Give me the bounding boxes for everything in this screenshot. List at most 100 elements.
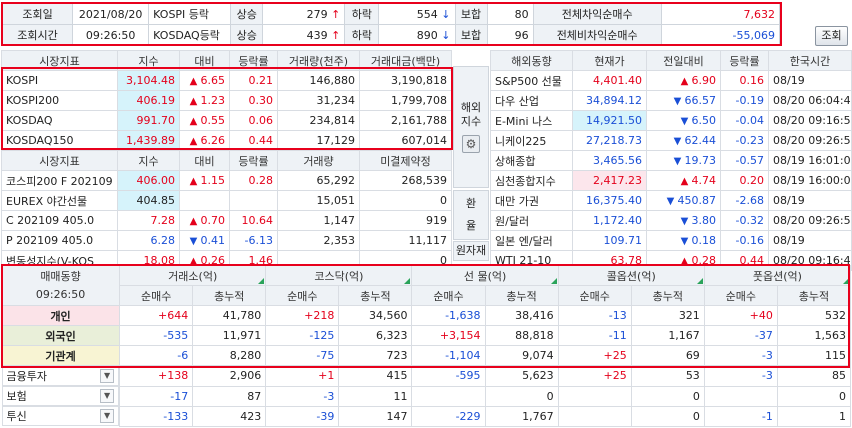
investor-name[interactable]: 외국인: [0, 325, 121, 346]
market-group-header[interactable]: 콜옵션(억): [557, 265, 705, 286]
derivative-row[interactable]: EUREX 야간선물 404.85 15,051 0: [1, 190, 452, 211]
investor-name[interactable]: 투신 ▼: [1, 406, 120, 426]
corner-marker-icon: [258, 278, 265, 284]
world-market-row[interactable]: S&P500 선물 4,401.40 ▲ 6.90 0.16 08/19: [490, 70, 852, 91]
cumulative-value: 0: [630, 385, 705, 407]
investor-name[interactable]: 보험 ▼: [1, 386, 120, 406]
fall-count: 554 ↓: [378, 3, 456, 25]
world-time: 08/20 06:04:46: [768, 90, 852, 111]
world-col-header[interactable]: 한국시간: [768, 50, 852, 71]
investor-name[interactable]: 기관계: [0, 345, 121, 366]
idx-col-header[interactable]: 거래대금(백만): [359, 50, 452, 71]
deriv-col-header[interactable]: 등락률: [229, 150, 278, 171]
net-buy-value: [557, 385, 632, 407]
index-name-text: KOSPI: [6, 74, 39, 87]
raw-materials-button[interactable]: 원자재: [453, 241, 489, 261]
cumulative-value: 532: [776, 305, 852, 326]
world-market-row[interactable]: 대만 가권 16,375.40 ▼ 450.87 -2.68 08/19: [490, 190, 852, 211]
derivative-volume: 15,051: [277, 190, 360, 211]
world-col-header[interactable]: 등락률: [720, 50, 769, 71]
derivative-volume: 65,292: [277, 170, 360, 191]
derivative-volume: 1,147: [277, 210, 360, 231]
deriv-col-header[interactable]: 미결제약정: [359, 150, 452, 171]
world-market-row[interactable]: 일본 엔/달러 109.71 ▼ 0.18 -0.16 08/19: [490, 230, 852, 251]
index-change-text: 1.23: [200, 94, 226, 107]
investor-row[interactable]: 투신 ▼ -133 423 -39 147 -229 1,767 0 -1 1: [1, 405, 852, 427]
market-group-header[interactable]: 풋옵션(억): [703, 265, 852, 286]
investor-name[interactable]: 개인: [0, 305, 121, 326]
chevron-down-icon[interactable]: ▼: [100, 369, 115, 383]
world-col-header[interactable]: 전일대비: [646, 50, 721, 71]
world-market-row[interactable]: 다우 산업 34,894.12 ▼ 66.57 -0.19 08/20 06:04:46: [490, 90, 852, 111]
world-market-row[interactable]: E-Mini 나스 14,921.50 ▼ 6.50 -0.04 08/20 09:16…: [490, 110, 852, 131]
index-row[interactable]: KOSDAQ 991.70 ▲ 0.55 0.06 234,814 2,161,788: [1, 110, 452, 131]
investor-row[interactable]: 보험 ▼ -17 87 -3 11 0 0 0: [1, 385, 852, 407]
world-price-text: 109.71: [603, 234, 643, 247]
market-group-label: 콜옵션(억): [606, 269, 656, 283]
index-volume-text: 146,880: [309, 74, 356, 87]
market-group-header[interactable]: 거래소(억): [119, 265, 267, 286]
world-change-text: 450.87: [677, 194, 717, 207]
investor-name[interactable]: 금융투자 ▼: [1, 366, 120, 386]
deriv-col-header[interactable]: 시장지표: [1, 150, 118, 171]
index-rate: 0.44: [229, 130, 278, 151]
net-buy-header: 순매수: [557, 285, 632, 306]
gear-icon[interactable]: ⚙: [462, 135, 480, 153]
derivative-row[interactable]: C 202109 405.0 7.28 ▲ 0.70 10.64 1,147 919: [1, 210, 452, 231]
cumulative-value: 38,416: [484, 305, 559, 326]
idx-col-header[interactable]: 시장지표: [1, 50, 118, 71]
idx-col-header[interactable]: 대비: [179, 50, 230, 71]
chevron-down-icon[interactable]: ▼: [100, 389, 115, 403]
flat-label: 보합: [454, 24, 488, 46]
deriv-col-header[interactable]: 대비: [179, 150, 230, 171]
index-change: ▲ 0.55: [179, 110, 230, 131]
world-market-row[interactable]: 상해종합 3,465.56 ▼ 19.73 -0.57 08/19 16:01:06: [490, 150, 852, 171]
cumulative-value: 0: [484, 385, 559, 407]
idx-col-header[interactable]: 지수: [117, 50, 180, 71]
derivative-row[interactable]: 코스피200 F 202109 406.00 ▲ 1.15 0.28 65,292 268…: [1, 170, 452, 191]
world-name: 대만 가권: [490, 190, 573, 211]
world-change: ▼ 6.50: [646, 110, 721, 131]
investor-row[interactable]: 금융투자 ▼ +138 2,906 +1 415 -595 5,623 +25 53 -3 85: [1, 365, 852, 387]
market-group-header[interactable]: 선 물(억): [411, 265, 559, 286]
net-buy-value: -535: [119, 325, 194, 346]
idx-col-header[interactable]: 등락률: [229, 50, 278, 71]
derivative-value: 7.28: [117, 210, 180, 231]
exchange-rate-button[interactable]: 환 율: [453, 190, 489, 240]
deriv-col-header[interactable]: 거래량: [277, 150, 360, 171]
idx-col-header[interactable]: 거래량(천주): [277, 50, 360, 71]
investor-row[interactable]: 개인 +644 41,780 +218 34,560 -1,638 38,416 -13 321…: [0, 305, 852, 326]
world-change: ▲ 4.74: [646, 170, 721, 191]
net-buy-value: -75: [265, 345, 340, 366]
world-col-header[interactable]: 해외동향: [490, 50, 573, 71]
world-col-header[interactable]: 현재가: [572, 50, 647, 71]
investor-row[interactable]: 기관계 -6 8,280 -75 723 -1,104 9,074 +25 69 -3 115: [0, 345, 852, 366]
world-name: S&P500 선물: [490, 70, 573, 91]
summary-row-2: 조회시간 09:26:50 KOSDAQ등락 상승 439 ↑ 하락 890 ↓…: [1, 24, 781, 46]
overseas-index-button[interactable]: 해외 지수 ⚙: [453, 66, 489, 188]
investor-name-text: 보험: [6, 390, 27, 403]
derivative-name-text: P 202109 405.0: [6, 234, 94, 247]
world-market-row[interactable]: 심천종합지수 2,417.23 ▲ 4.74 0.20 08/19 16:00:03: [490, 170, 852, 191]
query-button[interactable]: 조회: [815, 26, 848, 46]
query-time-value[interactable]: 09:26:50: [72, 24, 150, 46]
derivative-change-text: 1.15: [200, 174, 226, 187]
index-row[interactable]: KOSDAQ150 1,439.89 ▲ 6.26 0.44 17,129 607,014: [1, 130, 452, 151]
index-row[interactable]: KOSPI 3,104.48 ▲ 6.65 0.21 146,880 3,190,818: [1, 70, 452, 91]
cumulative-value: 6,323: [338, 325, 413, 346]
world-market-row[interactable]: 니케이225 27,218.73 ▼ 62.44 -0.23 08/20 09:26:5…: [490, 130, 852, 151]
cumulative-value: 5,623: [484, 365, 559, 387]
net-buy-value: [411, 385, 486, 407]
index-value-text: 1,439.89: [126, 134, 175, 147]
market-group-header[interactable]: 코스닥(억): [265, 265, 413, 286]
cumulative-value: 9,074: [484, 345, 559, 366]
investor-row[interactable]: 외국인 -535 11,971 -125 6,323 +3,154 88,818 -11 1,1…: [0, 325, 852, 346]
deriv-col-header[interactable]: 지수: [117, 150, 180, 171]
world-market-row[interactable]: 원/달러 1,172.40 ▼ 3.80 -0.32 08/20 09:26:55: [490, 210, 852, 231]
index-row[interactable]: KOSPI200 406.19 ▲ 1.23 0.30 31,234 1,799,708: [1, 90, 452, 111]
query-date-value[interactable]: 2021/08/20: [72, 3, 150, 25]
world-time: 08/19 16:01:06: [768, 150, 852, 171]
derivative-row[interactable]: P 202109 405.0 6.28 ▼ 0.41 -6.13 2,353 11,117: [1, 230, 452, 251]
chevron-down-icon[interactable]: ▼: [100, 409, 115, 423]
label-query-date: 조회일: [1, 3, 74, 25]
